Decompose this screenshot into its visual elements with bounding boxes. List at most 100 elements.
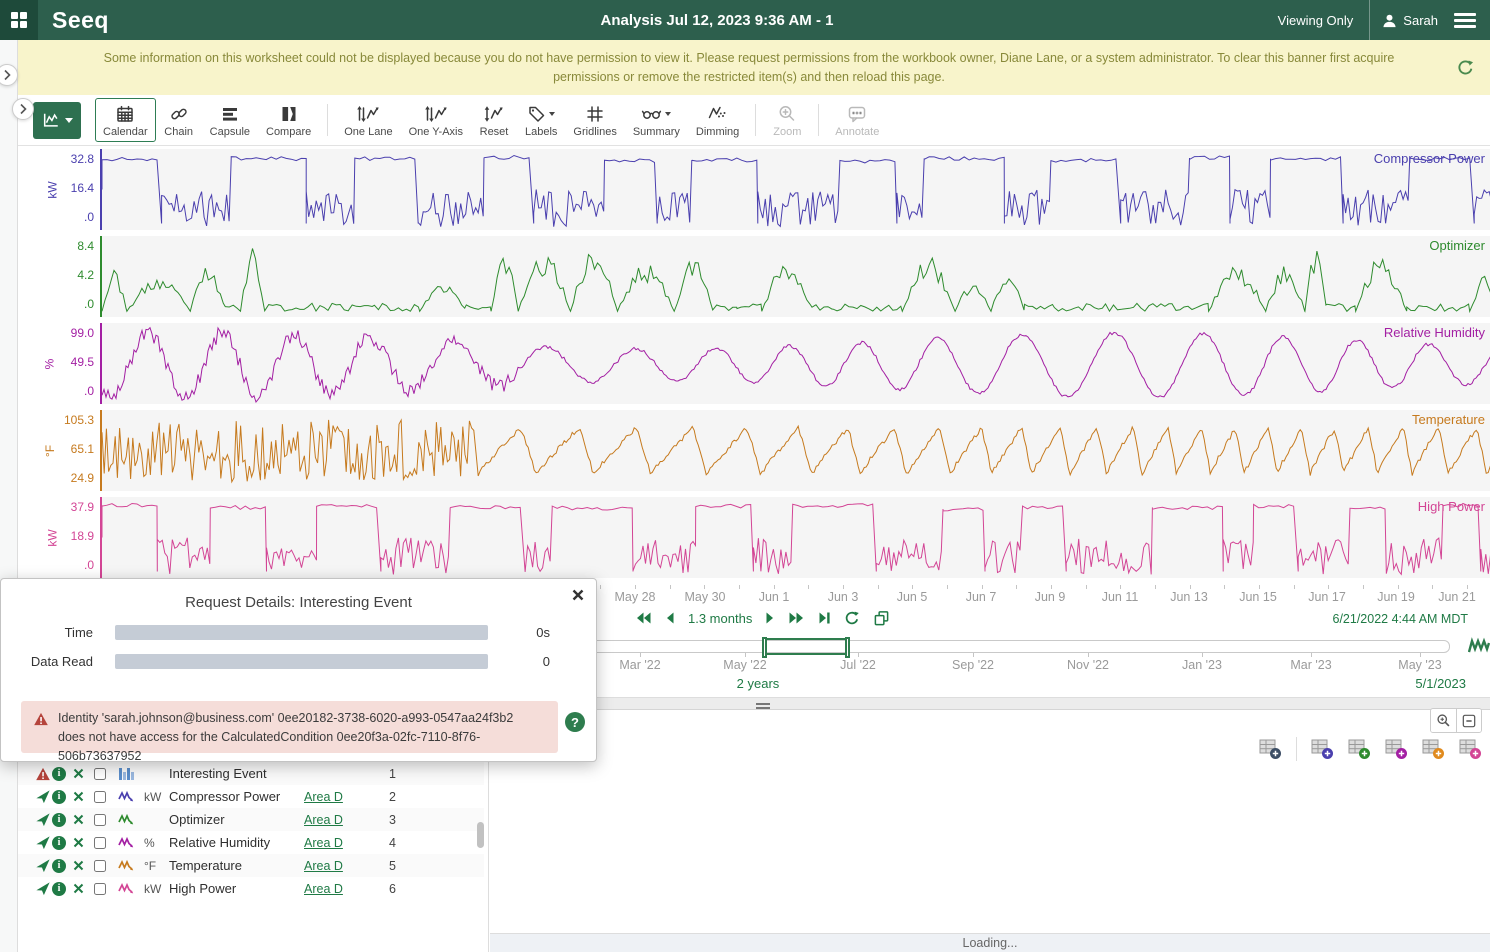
data-read-label: Data Read [21,654,93,669]
add-table-compressor-power-icon[interactable] [1311,739,1334,760]
trend-chart-area[interactable]: kW 32.8 16.4 .0 Compressor Power 8.4 4.2… [18,146,1490,586]
step-forward-half-icon[interactable] [765,611,775,625]
item-checkbox[interactable] [94,791,106,803]
item-info-icon[interactable]: i [52,813,66,827]
table-scrollbar-thumb[interactable] [477,822,484,848]
asset-link[interactable]: Area D [304,836,343,850]
table-row-relative-humidity[interactable]: i % Relative Humidity Area D 4 [18,831,484,854]
add-table-high-power-icon[interactable] [1459,739,1482,760]
timebar-range-selector[interactable] [763,638,849,655]
auto-update-refresh-icon[interactable] [844,610,860,626]
add-table-relative-humidity-icon[interactable] [1385,739,1408,760]
lane-plot-band[interactable]: Compressor Power [100,149,1490,230]
send-pin-icon[interactable] [35,835,51,850]
timebar-duration-label[interactable]: 2 years [737,676,780,691]
x-axis-tick-mark [808,585,809,589]
toolbar-button-zoom[interactable]: Zoom [764,98,810,142]
add-table-temperature-icon[interactable] [1422,739,1445,760]
toolbar-button-one-lane[interactable]: One Lane [336,98,400,142]
add-table-all-icon[interactable] [1259,739,1282,760]
remove-item-icon[interactable] [73,791,84,802]
x-axis-tick-mark [843,585,844,589]
asset-link[interactable]: Area D [304,790,343,804]
chevron-down-icon [549,112,555,116]
duration-label[interactable]: 1.3 months [688,611,752,626]
lane-plot-band[interactable]: Relative Humidity [100,323,1490,404]
toolbar-button-gridlines[interactable]: Gridlines [565,98,624,142]
timebar-auto-scale-icon[interactable] [1468,637,1490,658]
table-row-high-power[interactable]: i kW High Power Area D 6 [18,877,484,900]
send-pin-icon[interactable] [35,881,51,896]
step-forward-full-icon[interactable] [788,611,805,625]
step-back-full-icon[interactable] [635,611,652,625]
toolbar-button-reset[interactable]: Reset [471,98,517,142]
remove-item-icon[interactable] [73,883,84,894]
table-row-optimizer[interactable]: i Optimizer Area D 3 [18,808,484,831]
expand-panel-chevron-toolbar[interactable] [12,98,34,120]
collapse-panel-button[interactable] [1456,709,1481,732]
selector-left-handle[interactable] [762,637,767,658]
toolbar-button-compare[interactable]: Compare [258,98,319,142]
toolbar-button-chain[interactable]: Chain [156,98,202,142]
timebar-label: Sep '22 [952,658,994,672]
trend-series [102,149,1490,230]
display-range-end-timestamp[interactable]: 6/21/2022 4:44 AM MDT [1333,612,1469,626]
table-row-compressor-power[interactable]: i kW Compressor Power Area D 2 [18,785,484,808]
send-pin-icon[interactable] [35,812,51,827]
step-back-half-icon[interactable] [665,611,675,625]
lane-plot-band[interactable]: High Power [100,497,1490,578]
x-axis-label: Jun 5 [897,590,928,604]
send-pin-icon[interactable] [35,789,51,804]
seeq-logo[interactable]: Seeq [52,7,109,34]
item-info-icon[interactable]: i [52,790,66,804]
modal-close-icon[interactable] [572,589,584,604]
copy-time-range-icon[interactable] [873,610,890,626]
item-checkbox[interactable] [94,860,106,872]
x-axis-label: Jun 1 [759,590,790,604]
table-row-temperature[interactable]: i °F Temperature Area D 5 [18,854,484,877]
toolbar-button-dimming[interactable]: Dimming [688,98,747,142]
remove-item-icon[interactable] [73,860,84,871]
remove-item-icon[interactable] [73,814,84,825]
toolbar-button-calendar[interactable]: Calendar [95,98,156,142]
item-checkbox[interactable] [94,883,106,895]
item-info-icon[interactable]: i [52,859,66,873]
y-axis-tick: 37.9 [18,500,94,514]
zoom-to-fit-button[interactable] [1431,709,1456,732]
remove-item-icon[interactable] [73,768,84,779]
hamburger-menu-icon[interactable] [1454,10,1476,31]
view-mode-dropdown[interactable] [33,102,81,139]
apps-grid-button[interactable] [0,0,38,40]
selector-right-handle[interactable] [845,637,850,658]
asset-link[interactable]: Area D [304,813,343,827]
lane-plot-band[interactable]: Optimizer [100,236,1490,317]
lane-plot-band[interactable]: Temperature [100,410,1490,491]
x-axis-label: Jun 9 [1035,590,1066,604]
send-pin-icon[interactable] [35,858,51,873]
asset-link[interactable]: Area D [304,859,343,873]
remove-item-icon[interactable] [73,837,84,848]
x-axis-tick-mark [947,585,948,589]
item-checkbox[interactable] [94,768,106,780]
item-checkbox[interactable] [94,837,106,849]
item-info-icon[interactable]: i [52,767,66,781]
toolbar-button-annotate[interactable]: Annotate [827,98,887,142]
item-info-icon[interactable]: i [52,836,66,850]
toolbar-button-capsule[interactable]: Capsule [202,98,258,142]
x-axis-label: Jun 13 [1170,590,1208,604]
compare-icon [279,104,299,124]
help-icon[interactable]: ? [565,712,585,732]
item-info-icon[interactable]: i [52,882,66,896]
asset-link[interactable]: Area D [304,882,343,896]
user-menu[interactable]: Sarah [1370,13,1450,28]
modal-time-row: Time 0s [21,625,550,640]
toolbar-button-one-y-axis[interactable]: One Y-Axis [401,98,471,142]
step-to-end-icon[interactable] [818,611,831,625]
item-checkbox[interactable] [94,814,106,826]
add-table-optimizer-icon[interactable] [1348,739,1371,760]
y-axis-tick: 32.8 [18,152,94,166]
timebar-end-date[interactable]: 5/1/2023 [1415,676,1466,691]
toolbar-button-summary[interactable]: Summary [625,98,688,142]
toolbar-button-labels[interactable]: Labels [517,98,565,142]
banner-refresh-icon[interactable] [1457,59,1474,82]
